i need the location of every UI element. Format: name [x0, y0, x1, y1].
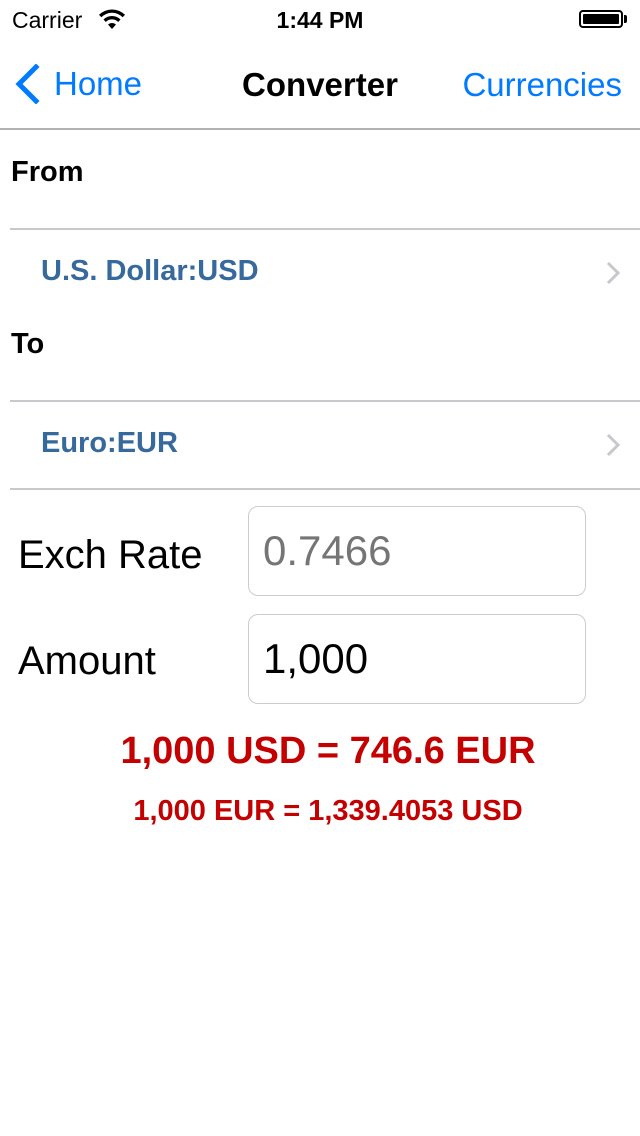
exch-rate-label: Exch Rate	[18, 533, 203, 577]
to-section-label: To	[11, 328, 45, 360]
back-button[interactable]: Home	[14, 64, 142, 104]
from-section-label: From	[11, 156, 84, 188]
from-currency-label: U.S. Dollar:USD	[41, 255, 259, 287]
to-currency-row[interactable]: Euro:EUR	[10, 400, 640, 490]
amount-input[interactable]	[248, 614, 586, 704]
chevron-right-icon	[606, 433, 620, 457]
conversion-result: 1,000 USD = 746.6 EUR	[120, 730, 536, 772]
amount-label: Amount	[18, 639, 156, 683]
exch-rate-input[interactable]	[248, 506, 586, 596]
battery-icon	[579, 10, 623, 28]
navigation-bar: Home Converter Currencies	[0, 40, 640, 130]
currencies-button[interactable]: Currencies	[462, 66, 622, 104]
back-button-label: Home	[54, 65, 143, 102]
chevron-left-icon	[15, 64, 40, 104]
status-bar: Carrier 1:44 PM	[0, 0, 640, 40]
battery-tip	[624, 15, 627, 23]
reverse-conversion-result: 1,000 EUR = 1,339.4053 USD	[133, 795, 523, 827]
from-currency-row[interactable]: U.S. Dollar:USD	[10, 228, 640, 316]
to-currency-label: Euro:EUR	[41, 427, 178, 459]
chevron-right-icon	[606, 261, 620, 285]
clock: 1:44 PM	[276, 7, 364, 33]
